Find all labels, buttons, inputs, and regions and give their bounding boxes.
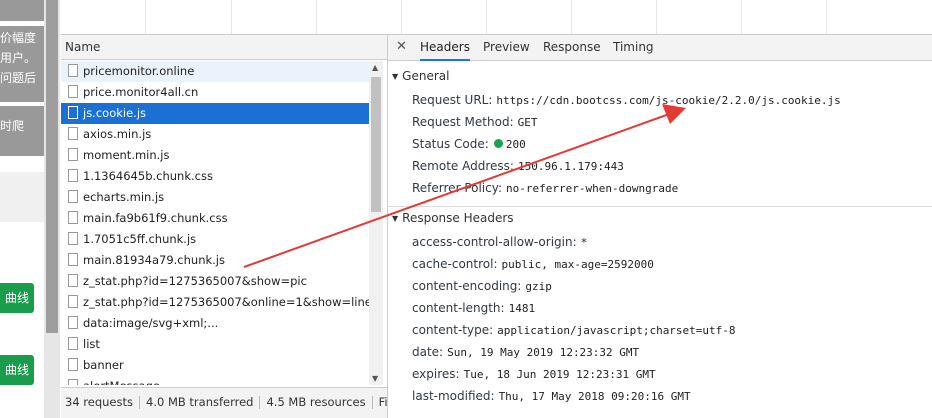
file-icon — [68, 64, 78, 77]
tab-headers[interactable]: Headers — [420, 35, 470, 61]
tab-preview[interactable]: Preview — [483, 35, 530, 60]
file-icon — [68, 274, 78, 287]
request-list-panel: Name pricemonitor.online price.monitor4a… — [61, 35, 388, 418]
response-header-row: date: Sun, 19 May 2019 12:23:32 GMT — [412, 345, 640, 359]
response-headers-section-toggle[interactable]: ▼ Response Headers — [392, 211, 514, 225]
request-url-row: Request URL: https://cdn.bootcss.com/js-c… — [412, 93, 841, 107]
background-page: 价幅度 用户。 问题后 时爬 曲线 曲线 — [0, 0, 61, 418]
status-code-row: Status Code: 200 — [412, 137, 526, 151]
request-row[interactable]: alertMessage — [61, 376, 369, 385]
file-icon — [68, 295, 78, 308]
request-method-row: Request Method: GET — [412, 115, 538, 129]
response-header-row: content-encoding: gzip — [412, 279, 552, 293]
expand-triangle-icon: ▼ — [392, 72, 399, 81]
response-header-row: access-control-allow-origin: * — [412, 235, 588, 249]
page-block — [0, 0, 44, 21]
request-list: pricemonitor.online price.monitor4all.cn… — [61, 61, 369, 385]
file-icon — [68, 106, 78, 119]
file-icon — [68, 190, 78, 203]
response-header-row: expires: Tue, 18 Jun 2019 12:23:31 GMT — [412, 367, 656, 381]
response-header-row: content-length: 1481 — [412, 301, 536, 315]
request-detail-panel: ✕ Headers Preview Response Timing ▼ Gener… — [388, 35, 932, 418]
request-url-value: https://cdn.bootcss.com/js-cookie/2.2.0/… — [496, 94, 841, 107]
finish-time: Fin... — [378, 395, 387, 409]
page-text-block: 时爬 — [0, 106, 44, 156]
chart-button[interactable]: 曲线 — [0, 355, 34, 385]
request-list-scrollbar[interactable]: ▲ ▼ — [369, 61, 383, 385]
page-scrollbar-thumb[interactable] — [46, 0, 58, 333]
page-text: 用户。 — [0, 51, 37, 65]
chart-button[interactable]: 曲线 — [0, 283, 34, 313]
file-icon — [68, 253, 78, 266]
request-row[interactable]: price.monitor4all.cn — [61, 82, 369, 103]
section-divider — [388, 206, 932, 207]
referrer-policy-row: Referrer Policy: no-referrer-when-downgra… — [412, 181, 679, 195]
file-icon — [68, 358, 78, 371]
page-text-block: 价幅度 用户。 问题后 — [0, 26, 44, 102]
remote-address-row: Remote Address: 150.96.1.179:443 — [412, 159, 624, 173]
request-count: 34 requests — [65, 395, 133, 409]
request-row[interactable]: 1.7051c5ff.chunk.js — [61, 229, 369, 250]
network-summary-bar: 34 requests 4.0 MB transferred 4.5 MB reso… — [61, 387, 387, 418]
close-icon[interactable]: ✕ — [396, 39, 407, 54]
general-section-toggle[interactable]: ▼ General — [392, 69, 449, 83]
file-icon — [68, 169, 78, 182]
page-text: 时爬 — [0, 119, 25, 133]
file-icon — [68, 211, 78, 224]
request-row[interactable]: echarts.min.js — [61, 187, 369, 208]
request-row[interactable]: main.fa9b61f9.chunk.css — [61, 208, 369, 229]
request-row[interactable]: main.81934a79.chunk.js — [61, 250, 369, 271]
tab-timing[interactable]: Timing — [613, 35, 654, 60]
request-row[interactable]: data:image/svg+xml;... — [61, 313, 369, 334]
request-row[interactable]: moment.min.js — [61, 145, 369, 166]
request-row-selected[interactable]: js.cookie.js — [61, 103, 369, 124]
request-row[interactable]: axios.min.js — [61, 124, 369, 145]
file-icon — [68, 148, 78, 161]
request-row[interactable]: z_stat.php?id=1275365007&online=1&show=l… — [61, 292, 369, 313]
page-band — [0, 172, 44, 222]
request-row[interactable]: banner — [61, 355, 369, 376]
request-row[interactable]: z_stat.php?id=1275365007&show=pic — [61, 271, 369, 292]
request-row[interactable]: pricemonitor.online — [61, 61, 369, 82]
scroll-down-icon[interactable]: ▼ — [372, 374, 378, 383]
file-icon — [68, 337, 78, 350]
response-header-row: cache-control: public, max-age=2592000 — [412, 257, 654, 271]
resources-size: 4.5 MB resources — [266, 395, 366, 409]
scroll-up-icon[interactable]: ▲ — [372, 63, 378, 72]
file-icon — [68, 85, 78, 98]
transferred-size: 4.0 MB transferred — [146, 395, 254, 409]
request-row[interactable]: list — [61, 334, 369, 355]
file-icon — [68, 232, 78, 245]
page-text: 问题后 — [0, 71, 37, 85]
detail-tab-bar: ✕ Headers Preview Response Timing — [388, 35, 932, 61]
response-header-row: last-modified: Thu, 17 May 2018 09:20:16 … — [412, 389, 691, 403]
name-column-header[interactable]: Name — [61, 35, 387, 60]
overview-strip — [61, 0, 932, 35]
file-icon — [68, 127, 78, 140]
status-ok-icon — [493, 139, 503, 148]
page-text: 价幅度 — [0, 31, 37, 45]
file-icon — [68, 379, 78, 385]
response-header-row: content-type: application/javascript;char… — [412, 323, 736, 337]
expand-triangle-icon: ▼ — [392, 214, 399, 223]
request-row[interactable]: 1.1364645b.chunk.css — [61, 166, 369, 187]
tab-response[interactable]: Response — [543, 35, 601, 60]
scrollbar-thumb[interactable] — [371, 77, 381, 212]
file-icon — [68, 316, 78, 329]
